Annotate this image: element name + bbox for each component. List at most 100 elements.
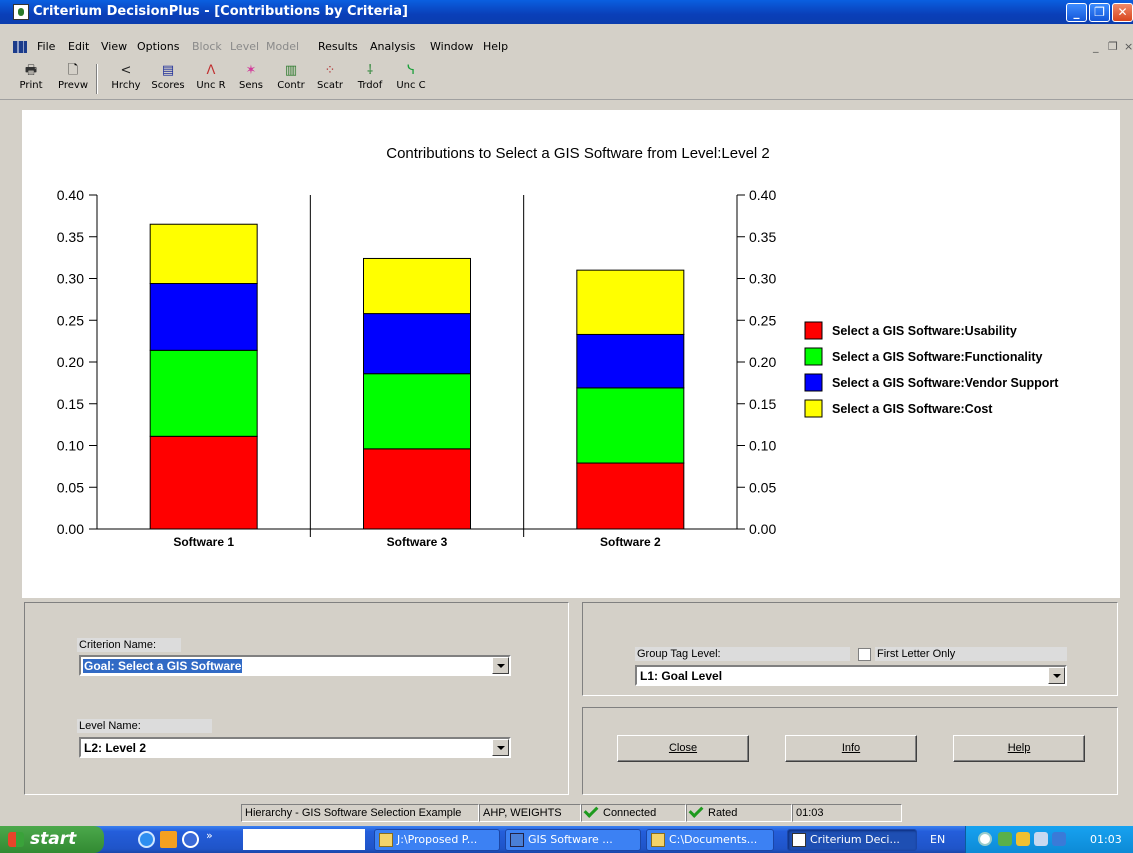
y-tick-label-left: 0.10 [57, 438, 84, 454]
mdi-restore-button[interactable]: ❐ [1108, 40, 1118, 53]
uncertainty-r-icon: ᐱ [206, 63, 216, 78]
preview-button[interactable]: 🗋 Prevw [53, 60, 93, 98]
legend-swatch [804, 399, 823, 418]
menu-results[interactable]: Results [318, 40, 358, 53]
language-indicator[interactable]: EN [930, 833, 945, 846]
contributions-label: Contr [277, 80, 305, 91]
legend-label: Select a GIS Software:Functionality [832, 350, 1043, 364]
x-tick-label: Software 3 [387, 535, 448, 549]
tray-monitor-icon[interactable] [1052, 832, 1066, 846]
menu-window[interactable]: Window [430, 40, 473, 53]
tray-back-icon[interactable] [978, 832, 992, 846]
y-tick-label-left: 0.25 [57, 312, 84, 328]
group-tag-level-label: Group Tag Level: [635, 647, 850, 661]
sensitivity-button[interactable]: ✶ Sens [231, 60, 271, 98]
bar-segment [363, 313, 471, 375]
menu-model[interactable]: Model [266, 40, 299, 53]
info-button[interactable]: Info [785, 735, 917, 762]
y-tick-label-right: 0.35 [749, 229, 776, 245]
app-tree-icon[interactable] [13, 4, 29, 20]
y-tick-label-left: 0.20 [57, 354, 84, 370]
sensitivity-label: Sens [238, 80, 264, 91]
scatter-icon: ⁘ [324, 63, 336, 78]
uncertainty-c-icon: ᓭ [407, 63, 415, 78]
taskbar-item-proposed[interactable]: J:\Proposed P... [374, 829, 500, 851]
start-button[interactable]: start [0, 826, 104, 853]
chevron-down-icon[interactable] [492, 739, 509, 756]
menu-level[interactable]: Level [230, 40, 259, 53]
scores-icon: ▤ [161, 63, 175, 78]
criterion-name-value: Goal: Select a GIS Software [83, 659, 243, 673]
y-tick-label-right: 0.10 [749, 438, 776, 454]
contributions-chart: Contributions to Select a GIS Software f… [57, 145, 1060, 549]
level-name-select[interactable]: L2: Level 2 [79, 737, 511, 758]
tray-security-icon[interactable] [1016, 832, 1030, 846]
uncertainty-r-label: Unc R [196, 80, 226, 91]
y-tick-label-right: 0.40 [749, 187, 776, 203]
window-title: Criterium DecisionPlus - [Contributions … [33, 4, 408, 19]
menu-options[interactable]: Options [137, 40, 179, 53]
first-letter-only-checkbox[interactable] [858, 648, 871, 661]
tray-network-icon[interactable] [998, 832, 1012, 846]
group-tag-level-value: L1: Goal Level [640, 669, 723, 683]
status-rated-label: Rated [708, 807, 738, 819]
browser-icon[interactable] [182, 831, 199, 848]
bar-segment [149, 435, 258, 530]
start-label: start [30, 829, 77, 849]
tradeoff-button[interactable]: ⸸ Trdof [350, 60, 390, 98]
contributions-button[interactable]: ▥ Contr [271, 60, 311, 98]
tray-device-icon[interactable] [1034, 832, 1048, 846]
mdi-close-button[interactable]: × [1124, 40, 1133, 53]
maximize-button[interactable]: ❐ [1089, 3, 1110, 22]
toolbar: 🖶 Print 🗋 Prevw < Hrchy ▤ Scores ᐱ Unc R… [0, 60, 1133, 100]
menu-view[interactable]: View [101, 40, 127, 53]
bar-segment [363, 257, 471, 315]
bar-segment [149, 223, 258, 285]
bar-segment [149, 349, 258, 437]
x-tick-label: Software 2 [600, 535, 661, 549]
scores-button[interactable]: ▤ Scores [148, 60, 188, 98]
close-button[interactable]: Close [617, 735, 749, 762]
menu-bar: File Edit View Options Block Level Model… [0, 37, 1133, 57]
hierarchy-button[interactable]: < Hrchy [106, 60, 146, 98]
y-tick-label-right: 0.20 [749, 354, 776, 370]
outlook-icon[interactable] [160, 831, 177, 848]
taskbar-item-criterium[interactable]: Criterium Deci... [787, 829, 917, 851]
sensitivity-icon: ✶ [245, 63, 257, 78]
menu-file[interactable]: File [37, 40, 55, 53]
chevron-down-icon[interactable] [1048, 667, 1065, 684]
hierarchy-label: Hrchy [111, 80, 141, 91]
ie-icon[interactable] [138, 831, 155, 848]
scatter-label: Scatr [316, 80, 343, 91]
bar-segment [149, 283, 258, 351]
preview-label: Prevw [58, 80, 88, 91]
first-letter-only-label[interactable]: First Letter Only [875, 647, 1067, 661]
y-tick-label-right: 0.25 [749, 312, 776, 328]
scatter-button[interactable]: ⁘ Scatr [310, 60, 350, 98]
status-connected: Connected [581, 804, 686, 822]
chart-title: Contributions to Select a GIS Software f… [386, 145, 770, 162]
chevron-down-icon[interactable] [492, 657, 509, 674]
chevron-right-icon[interactable]: » [206, 829, 213, 842]
document-icon[interactable] [13, 41, 27, 53]
close-window-button[interactable]: ✕ [1112, 3, 1133, 22]
mdi-minimize-button[interactable]: _ [1093, 40, 1099, 53]
help-button[interactable]: Help [953, 735, 1085, 762]
uncertainty-r-button[interactable]: ᐱ Unc R [191, 60, 231, 98]
menu-edit[interactable]: Edit [68, 40, 89, 53]
group-tag-level-select[interactable]: L1: Goal Level [635, 665, 1067, 686]
uncertainty-c-button[interactable]: ᓭ Unc C [391, 60, 431, 98]
y-tick-label-left: 0.05 [57, 479, 84, 495]
address-box[interactable] [243, 829, 365, 850]
print-button[interactable]: 🖶 Print [11, 60, 51, 98]
hierarchy-icon: < [120, 63, 132, 78]
criterion-name-select[interactable]: Goal: Select a GIS Software [79, 655, 511, 676]
taskbar-item-documents[interactable]: C:\Documents... [646, 829, 774, 851]
menu-analysis[interactable]: Analysis [370, 40, 415, 53]
minimize-button[interactable]: _ [1066, 3, 1087, 22]
legend-swatch [804, 321, 823, 340]
clock: 01:03 [1090, 833, 1122, 846]
menu-help[interactable]: Help [483, 40, 508, 53]
menu-block[interactable]: Block [192, 40, 222, 53]
taskbar-item-gis-software[interactable]: GIS Software ... [505, 829, 641, 851]
